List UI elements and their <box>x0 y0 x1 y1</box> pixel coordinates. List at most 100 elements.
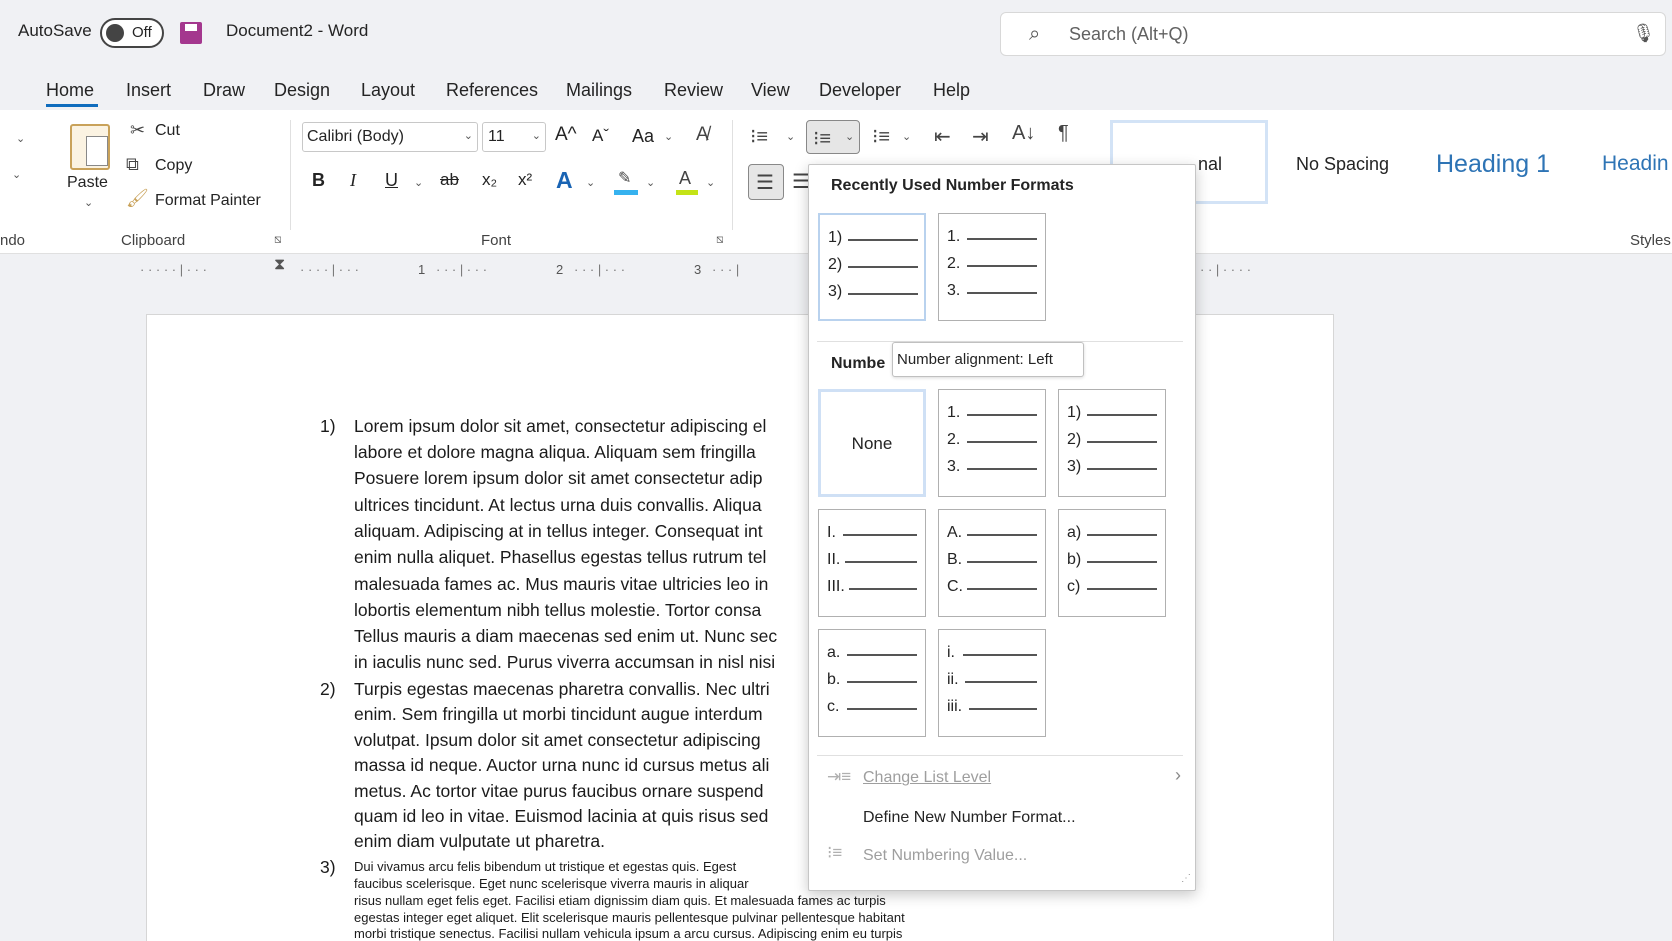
tab-draw[interactable]: Draw <box>203 80 245 101</box>
tab-mailings[interactable]: Mailings <box>566 80 632 101</box>
font-launcher-icon[interactable]: ⧅ <box>716 232 724 247</box>
tab-developer[interactable]: Developer <box>819 80 901 101</box>
line-marker <box>1087 588 1157 590</box>
active-tab-indicator <box>46 104 98 107</box>
bold-icon[interactable]: B <box>312 170 325 191</box>
format-alpha-lower-paren[interactable]: a) b) c) <box>1058 509 1166 617</box>
numbering-button[interactable]: ⁝≡ ⌄ <box>806 120 860 154</box>
line-marker <box>967 292 1037 294</box>
paste-dropdown-icon[interactable]: ⌄ <box>84 196 93 209</box>
show-formatting-icon[interactable]: ¶ <box>1058 122 1069 145</box>
tab-view[interactable]: View <box>751 80 790 101</box>
ruler-mark-1: 1 <box>418 262 426 277</box>
undo-dropdown-icon[interactable]: ⌄ <box>16 132 25 145</box>
tab-design[interactable]: Design <box>274 80 330 101</box>
style-heading-1[interactable]: Heading 1 <box>1436 150 1550 179</box>
shrink-font-icon[interactable]: Aˇ <box>592 126 609 146</box>
chevron-down-icon[interactable]: ⌄ <box>646 176 655 189</box>
underline-icon[interactable]: U <box>385 170 398 191</box>
format-roman-lower[interactable]: i. ii. iii. <box>938 629 1046 737</box>
line-marker <box>848 239 918 241</box>
number-label: I. <box>827 524 836 541</box>
format-alpha-upper[interactable]: A. B. C. <box>938 509 1046 617</box>
chevron-down-icon[interactable]: ⌄ <box>902 130 911 143</box>
highlight-icon[interactable]: ✎ <box>614 168 640 196</box>
search-input[interactable]: Search (Alt+Q) <box>1069 24 1189 45</box>
autosave-toggle[interactable]: Off <box>100 18 164 48</box>
define-new-format-item[interactable]: Define New Number Format... <box>863 809 1076 827</box>
copy-button[interactable]: Copy <box>155 157 192 175</box>
align-left-button[interactable]: ☰ <box>748 164 784 200</box>
align-left-icon: ☰ <box>756 172 774 194</box>
recent-format-dot[interactable]: 1. 2. 3. <box>938 213 1046 321</box>
line-marker <box>848 293 918 295</box>
increase-indent-icon[interactable]: ⇥ <box>972 124 989 149</box>
chevron-down-icon[interactable]: ⌄ <box>586 176 595 189</box>
tab-layout[interactable]: Layout <box>361 80 415 101</box>
font-name-box[interactable]: Calibri (Body) ⌄ <box>302 122 478 152</box>
multilevel-list-icon[interactable]: ⁝≡ <box>872 124 890 149</box>
line-marker <box>1087 441 1157 443</box>
tab-insert[interactable]: Insert <box>126 80 171 101</box>
bullets-icon[interactable]: ⁝≡ <box>750 124 768 149</box>
indent-marker-icon[interactable]: ⧗ <box>274 256 285 274</box>
text-effects-icon[interactable]: A <box>556 167 573 194</box>
change-case-icon[interactable]: Aa <box>632 126 654 147</box>
tab-references[interactable]: References <box>446 80 538 101</box>
redo-dropdown-icon[interactable]: ⌄ <box>12 168 21 181</box>
sort-icon[interactable]: A↓ <box>1012 122 1035 145</box>
set-numbering-value-item[interactable]: Set Numbering Value... <box>863 847 1027 865</box>
style-heading-2[interactable]: Headin <box>1602 152 1669 176</box>
chevron-down-icon[interactable]: ⌄ <box>786 130 795 143</box>
font-color-icon[interactable]: A <box>674 168 700 196</box>
number-label: 3. <box>947 282 961 299</box>
toggle-knob <box>106 24 124 42</box>
superscript-icon[interactable]: x² <box>518 170 532 190</box>
save-icon[interactable] <box>180 22 202 44</box>
paragraph-line: ultrices tincidunt. At lectus urna duis … <box>354 495 762 515</box>
paste-icon[interactable] <box>70 124 110 170</box>
search-box[interactable]: ⌕ Search (Alt+Q) 🎙 <box>1000 12 1666 56</box>
format-none[interactable]: None <box>818 389 926 497</box>
paragraph-line: volutpat. Ipsum dolor sit amet consectet… <box>354 730 761 750</box>
tab-review[interactable]: Review <box>664 80 723 101</box>
paste-button[interactable]: Paste <box>67 174 108 192</box>
recent-format-paren[interactable]: 1) 2) 3) <box>818 213 926 321</box>
line-marker <box>963 654 1037 656</box>
number-label: 1) <box>1067 404 1082 421</box>
set-numbering-value-icon: ⁝≡ <box>827 843 843 862</box>
styles-group-label: Styles <box>1630 232 1671 249</box>
format-painter-button[interactable]: Format Painter <box>155 192 261 210</box>
tab-help[interactable]: Help <box>933 80 970 101</box>
resize-grip-icon[interactable]: ⋰ <box>1181 873 1191 884</box>
clear-formatting-icon[interactable]: A̸ <box>696 124 709 146</box>
clipboard-launcher-icon[interactable]: ⧅ <box>274 232 282 247</box>
subscript-icon[interactable]: x₂ <box>482 170 497 190</box>
microphone-icon[interactable]: 🎙 <box>1632 23 1655 44</box>
font-size-box[interactable]: 11 ⌄ <box>482 122 546 152</box>
change-list-level-item[interactable]: Change List Level <box>863 769 991 787</box>
chevron-down-icon[interactable]: ⌄ <box>414 176 423 189</box>
format-alpha-lower-dot[interactable]: a. b. c. <box>818 629 926 737</box>
cut-button[interactable]: Cut <box>155 122 180 140</box>
line-marker <box>967 468 1037 470</box>
grow-font-icon[interactable]: A^ <box>555 124 577 146</box>
font-name-value: Calibri (Body) <box>307 128 404 145</box>
italic-icon[interactable]: I <box>350 170 356 191</box>
tab-home[interactable]: Home <box>46 80 94 101</box>
number-label: III. <box>827 578 845 595</box>
style-no-spacing[interactable]: No Spacing <box>1296 154 1389 175</box>
paragraph-line: massa id neque. Auctor urna nunc id curs… <box>354 755 770 775</box>
number-label: 2) <box>1067 431 1082 448</box>
format-number-paren[interactable]: 1) 2) 3) <box>1058 389 1166 497</box>
chevron-down-icon[interactable]: ⌄ <box>664 130 673 143</box>
line-marker <box>849 588 917 590</box>
line-marker <box>1087 561 1157 563</box>
library-header: Numbe <box>831 355 886 372</box>
scissors-icon: ✂ <box>130 120 146 140</box>
format-roman-upper[interactable]: I. II. III. <box>818 509 926 617</box>
strikethrough-icon[interactable]: ab <box>440 170 459 190</box>
chevron-down-icon[interactable]: ⌄ <box>706 176 715 189</box>
decrease-indent-icon[interactable]: ⇤ <box>934 124 951 149</box>
format-number-dot[interactable]: 1. 2. 3. <box>938 389 1046 497</box>
